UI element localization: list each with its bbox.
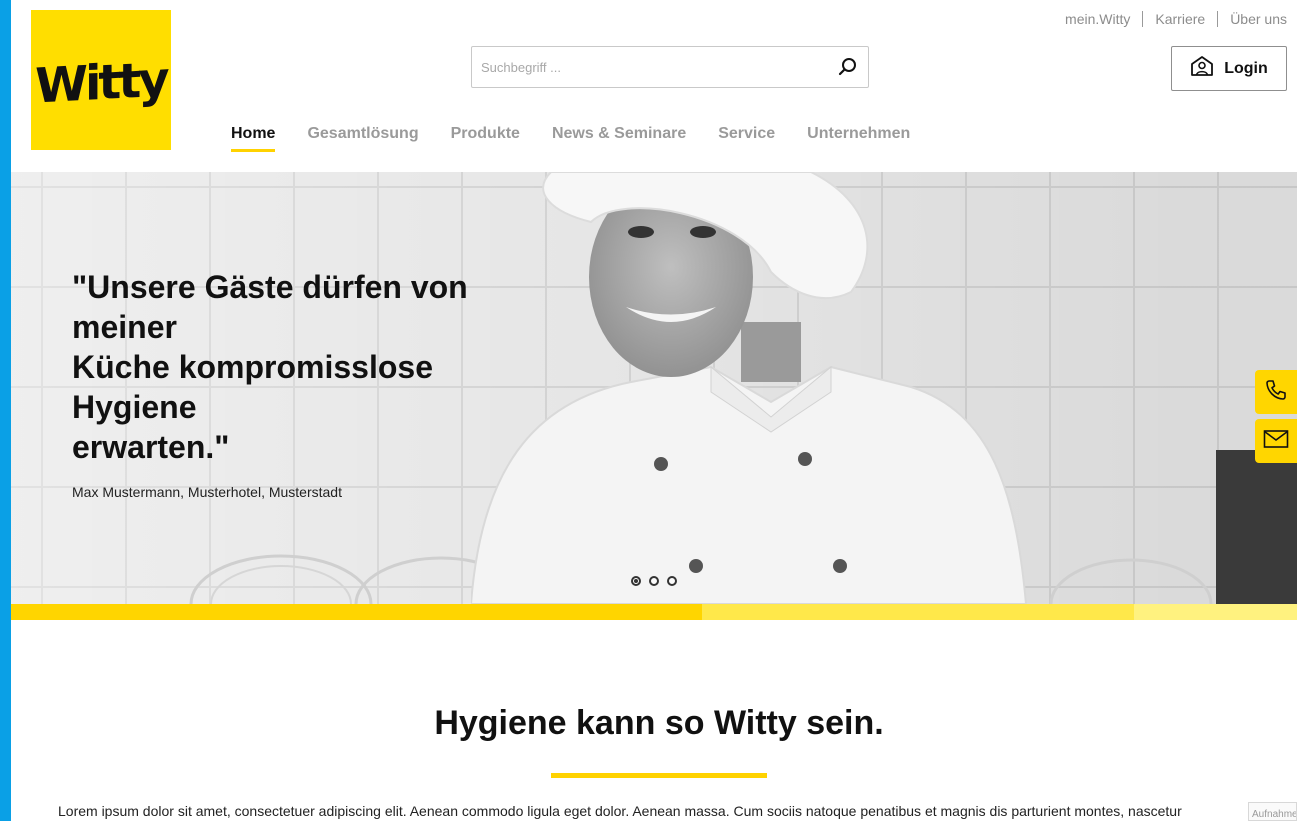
search-box xyxy=(471,46,869,88)
color-bar-1 xyxy=(11,604,702,620)
divider xyxy=(1217,11,1219,27)
hero-quote-line: Hygiene xyxy=(72,389,197,425)
left-edge-strip xyxy=(0,0,11,821)
main-nav: Home Gesamtlösung Produkte News & Semina… xyxy=(231,125,910,152)
hero-quote: "Unsere Gäste dürfen von meiner Küche ko… xyxy=(72,267,512,467)
section-body-text: Lorem ipsum dolor sit amet, consectetuer… xyxy=(58,803,1182,819)
search-icon[interactable] xyxy=(828,47,868,87)
side-phone-button[interactable] xyxy=(1255,370,1297,414)
headline-underline xyxy=(551,773,767,778)
chef-image xyxy=(471,172,1028,604)
oven-door xyxy=(1216,450,1297,604)
hero-quote-line: erwarten." xyxy=(72,429,230,465)
nav-item-home[interactable]: Home xyxy=(231,125,276,152)
hero-quote-line: "Unsere Gäste dürfen von xyxy=(72,269,468,305)
top-link-karriere[interactable]: Karriere xyxy=(1155,11,1205,27)
nav-item-service[interactable]: Service xyxy=(718,125,775,152)
top-link-mein-witty[interactable]: mein.Witty xyxy=(1065,11,1130,27)
corner-widget[interactable]: Aufnahme xyxy=(1248,802,1297,821)
user-house-icon xyxy=(1190,55,1214,82)
nav-item-gesamtloesung[interactable]: Gesamtlösung xyxy=(307,125,418,152)
hero-quote-line: Küche kompromisslose xyxy=(72,349,433,385)
color-bar-3 xyxy=(1134,604,1297,620)
search-input[interactable] xyxy=(472,48,828,86)
hero-quote-line: meiner xyxy=(72,309,177,345)
login-button[interactable]: Login xyxy=(1171,46,1287,91)
color-bar-2 xyxy=(702,604,1134,620)
section-headline: Hygiene kann so Witty sein. xyxy=(434,704,884,742)
hero-quote-author: Max Mustermann, Musterhotel, Musterstadt xyxy=(72,484,342,500)
witty-logo[interactable]: Witty xyxy=(31,10,171,150)
mail-icon xyxy=(1263,429,1289,454)
slider-dot-2[interactable] xyxy=(649,576,659,586)
nav-item-news-seminare[interactable]: News & Seminare xyxy=(552,125,686,152)
top-link-ueber-uns[interactable]: Über uns xyxy=(1230,11,1287,27)
logo-text: Witty xyxy=(35,51,167,115)
top-links: mein.Witty Karriere Über uns xyxy=(1065,11,1287,27)
nav-item-produkte[interactable]: Produkte xyxy=(451,125,520,152)
login-label: Login xyxy=(1224,59,1268,77)
slider-dots xyxy=(631,576,677,586)
phone-icon xyxy=(1264,378,1288,407)
nav-item-unternehmen[interactable]: Unternehmen xyxy=(807,125,910,152)
slider-dot-1[interactable] xyxy=(631,576,641,586)
side-mail-button[interactable] xyxy=(1255,419,1297,463)
slider-dot-3[interactable] xyxy=(667,576,677,586)
hero-slider: "Unsere Gäste dürfen von meiner Küche ko… xyxy=(11,172,1297,604)
divider xyxy=(1142,11,1144,27)
